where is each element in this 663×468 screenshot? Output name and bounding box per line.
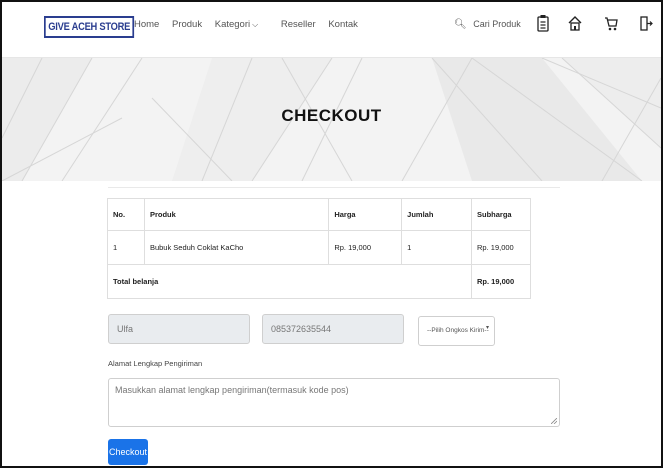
total-row: Total belanja Rp. 19,000 (106, 264, 531, 299)
resize-grip-icon[interactable] (551, 418, 557, 424)
col-header-jumlah: Jumlah (401, 198, 473, 231)
cell-produk: Bubuk Seduh Coklat KaCho (143, 230, 330, 265)
name-field[interactable]: Ulfa (108, 314, 250, 344)
dropdown-caret-icon: ▾ (485, 325, 489, 331)
cell-harga: Rp. 19,000 (328, 230, 403, 265)
search-label: Cari Produk (473, 19, 521, 29)
logout-icon[interactable] (639, 14, 653, 32)
nav-produk[interactable]: Produk (172, 19, 202, 30)
chevron-down-icon: ⌵ (252, 20, 259, 29)
page-title: CHECKOUT (281, 106, 382, 125)
nav-kategori-label: Kategori (214, 19, 251, 30)
divider (108, 187, 560, 188)
search-icon: 🔍︎ (454, 19, 467, 30)
total-label: Total belanja (106, 264, 473, 299)
hero-banner: CHECKOUT (2, 58, 661, 181)
brand-logo[interactable]: GIVE ACEH STORE (44, 16, 135, 38)
cell-jumlah: 1 (401, 230, 473, 265)
col-header-subharga: Subharga (471, 198, 531, 231)
nav-home[interactable]: Home (134, 19, 159, 30)
nav-kontak[interactable]: Kontak (328, 19, 358, 30)
cell-no: 1 (107, 230, 145, 265)
col-header-no: No. (107, 198, 145, 231)
nav-links: Home Produk Kategori ⌵ Reseller Kontak (134, 19, 368, 30)
total-value: Rp. 19,000 (471, 264, 531, 299)
nav-reseller[interactable]: Reseller (281, 19, 316, 30)
home-icon[interactable] (568, 14, 582, 32)
page-frame: GIVE ACEH STORE Home Produk Kategori ⌵ Re… (0, 0, 663, 468)
nav-kategori[interactable]: Kategori ⌵ (215, 19, 268, 30)
search-link[interactable]: 🔍︎ Cari Produk (454, 19, 521, 30)
cart-icon[interactable] (604, 14, 618, 32)
address-textarea[interactable]: Masukkan alamat lengkap pengiriman(terma… (108, 378, 560, 427)
cell-subharga: Rp. 19,000 (471, 230, 531, 265)
table-header-row: No. Produk Harga Jumlah Subharga (107, 198, 531, 231)
checkout-button[interactable]: Checkout (108, 439, 148, 465)
address-label: Alamat Lengkap Pengiriman (108, 359, 203, 368)
clipboard-icon[interactable] (536, 14, 550, 32)
ongkir-select[interactable]: --Pilih Ongkos Kirim-- ▾ (418, 316, 495, 346)
col-header-harga: Harga (328, 198, 403, 231)
phone-field[interactable]: 085372635544 (262, 314, 404, 344)
cart-table: No. Produk Harga Jumlah Subharga 1 Bubuk… (106, 198, 531, 299)
col-header-produk: Produk (143, 198, 330, 231)
navbar: GIVE ACEH STORE Home Produk Kategori ⌵ Re… (2, 2, 661, 58)
ongkir-selected-value: --Pilih Ongkos Kirim-- (427, 327, 489, 334)
table-row: 1 Bubuk Seduh Coklat KaCho Rp. 19,000 1 … (107, 230, 531, 265)
address-placeholder: Masukkan alamat lengkap pengiriman(terma… (115, 385, 349, 395)
